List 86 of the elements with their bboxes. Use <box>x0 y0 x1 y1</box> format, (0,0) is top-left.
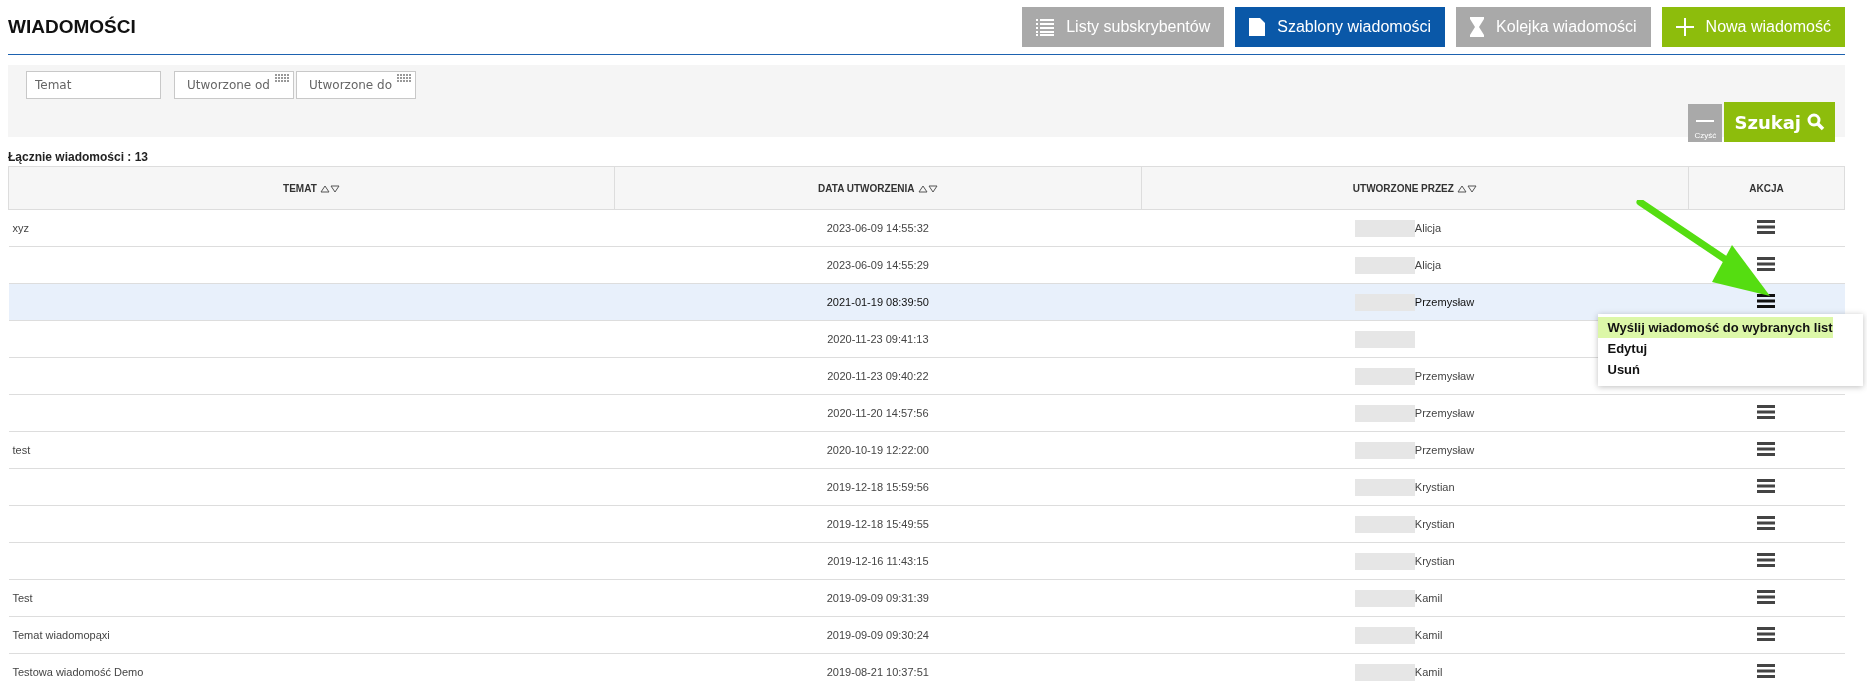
search-icon <box>1807 113 1825 131</box>
redacted-block <box>1354 515 1415 533</box>
date-cell: 2019-12-18 15:49:55 <box>826 518 929 530</box>
author-cell: Przemysław <box>1414 370 1475 382</box>
redacted-block <box>1354 552 1415 570</box>
menu-icon[interactable] <box>1757 516 1776 530</box>
date-cell: 2019-09-09 09:30:24 <box>826 629 929 641</box>
redacted-block <box>1354 367 1415 385</box>
list-icon <box>1036 18 1055 36</box>
minus-icon <box>1696 120 1715 123</box>
redacted-block <box>1354 478 1415 496</box>
column-header: AKCJA <box>1688 166 1845 210</box>
redacted-block <box>1354 441 1415 459</box>
menu-icon[interactable] <box>1757 664 1776 678</box>
menu-icon[interactable] <box>1757 442 1776 456</box>
menu-item[interactable]: Usuń <box>1597 359 1833 380</box>
date-cell: 2020-11-23 09:40:22 <box>827 370 929 382</box>
date-cell: 2020-11-20 14:57:56 <box>827 407 929 419</box>
author-cell-text: Kamil <box>1414 666 1444 678</box>
column-header[interactable]: DATA UTWORZENIA <box>614 166 1142 210</box>
author-cell-text: Krystian <box>1414 555 1456 567</box>
menu-icon[interactable] <box>1757 627 1776 641</box>
date-cell: 2019-08-21 10:37:51 <box>826 666 929 678</box>
author-cell-text: Kamil <box>1414 592 1444 604</box>
total-count: Łącznie wiadomości : 13 <box>8 150 150 164</box>
document-icon <box>1249 18 1266 36</box>
page-title: WIADOMOŚCI <box>8 16 136 38</box>
subject-cell: test <box>12 444 31 456</box>
date-cell: 2019-12-18 15:59:56 <box>826 481 929 493</box>
menu-item[interactable]: Wyślij wiadomość do wybranych list <box>1597 317 1833 338</box>
author-cell: Przemysław <box>1414 444 1475 456</box>
table-row[interactable]: 2023-06-09 14:55:29 Alicja <box>8 246 1845 284</box>
menu-icon[interactable] <box>1757 405 1776 419</box>
column-header[interactable]: TEMAT <box>8 166 615 210</box>
author-cell-text: Alicja <box>1414 222 1443 234</box>
table-row[interactable]: test 2020-10-19 12:22:00 Przemysław <box>8 431 1845 469</box>
redacted-block <box>1354 404 1415 422</box>
redacted-block <box>1354 589 1415 607</box>
redacted-block <box>1354 219 1415 237</box>
date-cell: 2021-01-19 08:39:50 <box>826 296 929 308</box>
table-row[interactable]: 2019-12-18 15:59:56 Krystian <box>8 468 1845 506</box>
menu-icon[interactable] <box>1757 553 1776 567</box>
date-cell: 2020-11-23 09:41:13 <box>827 333 929 345</box>
sort-icon[interactable] <box>1456 184 1477 193</box>
date-cell: 2023-06-09 14:55:29 <box>826 259 929 271</box>
date-field[interactable]: Utworzone do <box>296 71 416 99</box>
date-cell: 2020-10-19 12:22:00 <box>826 444 929 456</box>
redacted-block <box>1354 330 1415 348</box>
column-header[interactable]: UTWORZONE PRZEZ <box>1141 166 1689 210</box>
sort-icon[interactable] <box>319 184 340 193</box>
calendar-icon[interactable] <box>275 73 289 83</box>
subject-cell: Test <box>12 592 33 604</box>
sort-icon[interactable] <box>917 184 938 193</box>
author-cell: Przemysław <box>1414 296 1475 308</box>
author-cell-text: Alicja <box>1414 259 1443 271</box>
table-row[interactable]: xyz 2023-06-09 14:55:32 Alicja <box>8 209 1845 247</box>
subject-cell: Testowa wiadomość Demo <box>12 666 144 678</box>
redacted-block <box>1354 663 1415 681</box>
menu-icon[interactable] <box>1757 220 1776 234</box>
date-field[interactable]: Utworzone od <box>174 71 294 99</box>
author-cell: Przemysław <box>1414 407 1475 419</box>
menu-icon[interactable] <box>1757 257 1776 271</box>
menu-icon[interactable] <box>1757 479 1776 493</box>
date-cell: 2023-06-09 14:55:32 <box>826 222 929 234</box>
date-cell: 2019-12-16 11:43:15 <box>827 555 929 567</box>
author-cell-text: Krystian <box>1414 481 1456 493</box>
menu-icon[interactable] <box>1757 294 1776 308</box>
author-cell-text: Kamil <box>1414 629 1444 641</box>
menu-item[interactable]: Edytuj <box>1597 338 1833 359</box>
subject-cell: Temat wiadomopąxi <box>12 629 110 641</box>
hourglass-icon <box>1470 17 1485 37</box>
plus-icon <box>1675 18 1694 36</box>
toolbar-button[interactable]: Szablony wiadomości <box>1235 7 1446 47</box>
date-cell: 2019-09-09 09:31:39 <box>826 592 929 604</box>
subject-cell: xyz <box>12 222 29 234</box>
table-row[interactable]: 2020-11-20 14:57:56 Przemysław <box>8 394 1845 432</box>
table-row[interactable]: 2019-12-16 11:43:15 Krystian <box>8 542 1845 580</box>
menu-icon[interactable] <box>1757 590 1776 604</box>
redacted-block <box>1354 256 1415 274</box>
calendar-icon[interactable] <box>397 73 411 83</box>
subject-field[interactable]: Temat <box>26 71 161 99</box>
table-row[interactable]: 2019-12-18 15:49:55 Krystian <box>8 505 1845 543</box>
author-cell-text: Krystian <box>1414 518 1456 530</box>
table-row[interactable]: Temat wiadomopąxi 2019-09-09 09:30:24 Kamil <box>8 616 1845 654</box>
table-row[interactable]: Test 2019-09-09 09:31:39 Kamil <box>8 579 1845 617</box>
redacted-block <box>1354 626 1415 644</box>
